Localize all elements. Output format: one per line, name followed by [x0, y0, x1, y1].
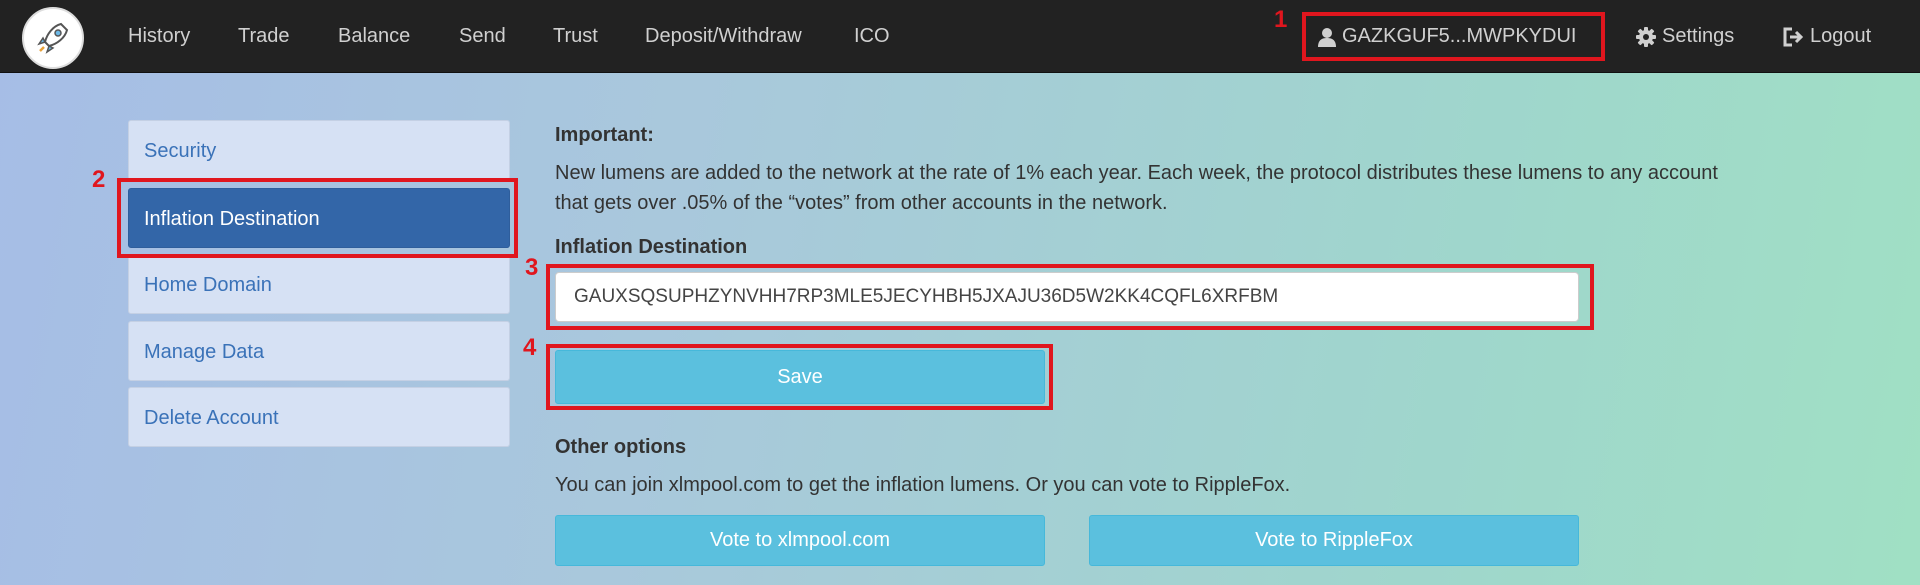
rocket-icon — [37, 22, 69, 54]
other-options-text: You can join xlmpool.com to get the infl… — [555, 474, 1291, 496]
important-heading: Important: — [555, 124, 654, 146]
annotation-box-save — [546, 344, 1053, 410]
vote-ripplefox-button[interactable]: Vote to RippleFox — [1089, 515, 1579, 566]
stellar-logo[interactable] — [22, 7, 84, 69]
nav-ico[interactable]: ICO — [854, 0, 890, 73]
vote-xlmpool-button[interactable]: Vote to xlmpool.com — [555, 515, 1045, 566]
sidebar-item-delete-account[interactable]: Delete Account — [128, 387, 510, 447]
annotation-box-input — [546, 264, 1594, 330]
gear-icon — [1636, 26, 1656, 47]
nav-history[interactable]: History — [128, 0, 190, 73]
annotation-3: 3 — [525, 254, 539, 281]
annotation-4: 4 — [523, 334, 537, 361]
settings-label: Settings — [1662, 25, 1735, 47]
annotation-box-account — [1302, 12, 1605, 61]
nav-deposit-withdraw[interactable]: Deposit/Withdraw — [645, 0, 802, 73]
top-navbar: History Trade Balance Send Trust Deposit… — [0, 0, 1920, 73]
other-options-heading: Other options — [555, 436, 687, 458]
nav-trust[interactable]: Trust — [553, 0, 598, 73]
nav-trade[interactable]: Trade — [238, 0, 290, 73]
nav-send[interactable]: Send — [459, 0, 506, 73]
annotation-2: 2 — [92, 166, 106, 193]
logout-icon — [1783, 27, 1804, 47]
sidebar-item-manage-data[interactable]: Manage Data — [128, 321, 510, 381]
nav-balance[interactable]: Balance — [338, 0, 410, 73]
inflation-destination-label: Inflation Destination — [555, 236, 748, 258]
important-line-2: that gets over .05% of the “votes” from … — [555, 192, 1168, 214]
sidebar-item-security[interactable]: Security — [128, 120, 510, 180]
sidebar-item-home-domain[interactable]: Home Domain — [128, 254, 510, 314]
important-line-1: New lumens are added to the network at t… — [555, 162, 1718, 184]
logout-label: Logout — [1810, 25, 1872, 47]
settings-link[interactable]: Settings — [1636, 0, 1734, 73]
annotation-1: 1 — [1274, 6, 1288, 33]
annotation-box-sidebar — [117, 178, 518, 258]
logout-link[interactable]: Logout — [1782, 0, 1871, 73]
